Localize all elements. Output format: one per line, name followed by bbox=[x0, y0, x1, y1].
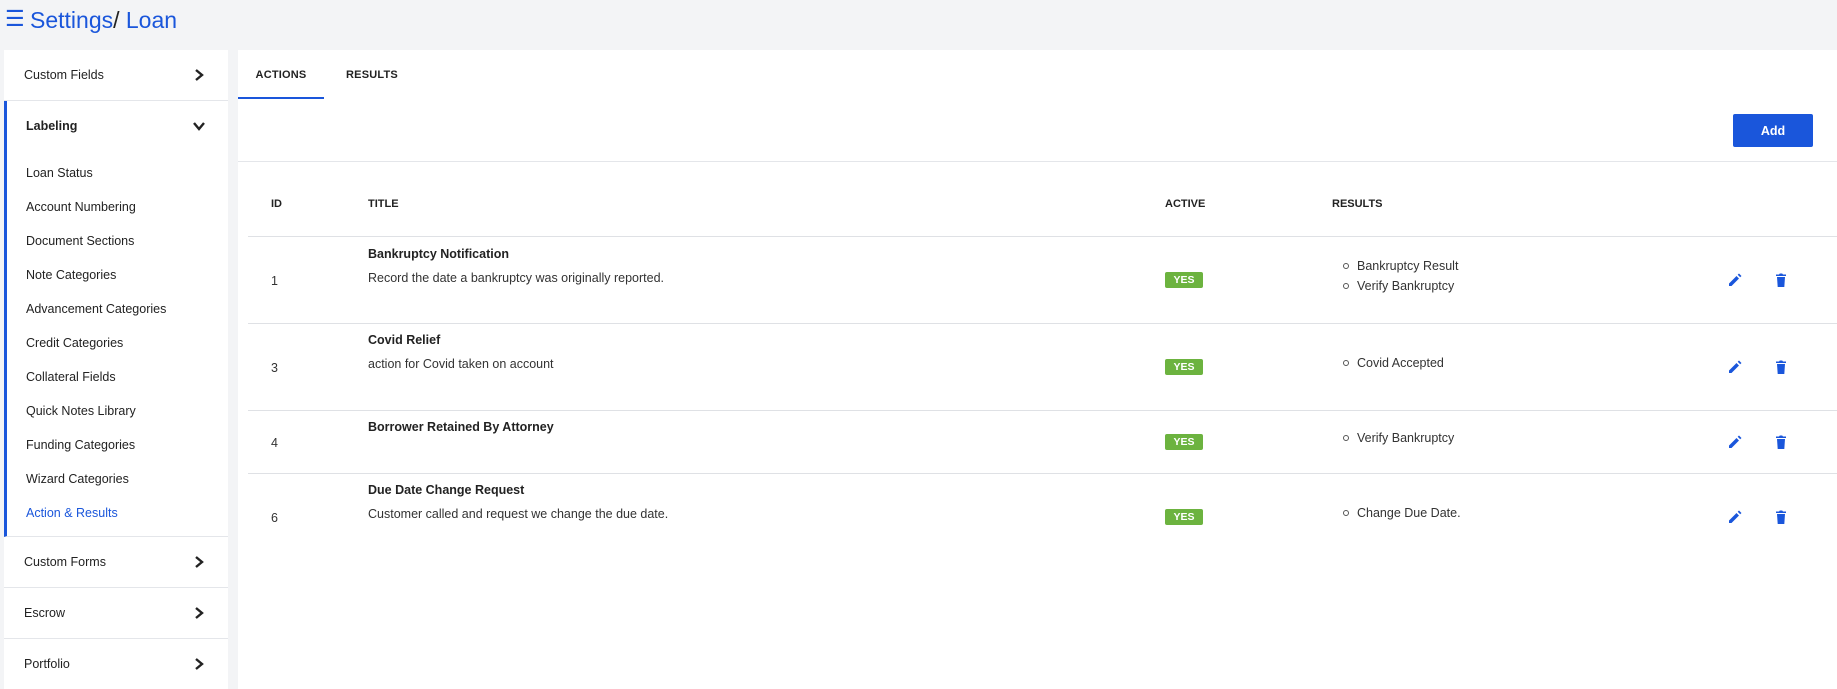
sidebar-item-advancement-categories[interactable]: Advancement Categories bbox=[26, 301, 166, 335]
row-description: action for Covid taken on account bbox=[368, 357, 554, 371]
row-title: Borrower Retained By Attorney bbox=[368, 420, 554, 434]
active-badge: YES bbox=[1165, 359, 1203, 375]
result-item: Covid Accepted bbox=[1343, 354, 1444, 374]
row-description: Record the date a bankruptcy was origina… bbox=[368, 271, 664, 285]
active-badge: YES bbox=[1165, 272, 1203, 288]
result-item: Change Due Date. bbox=[1343, 504, 1461, 524]
row-title: Due Date Change Request bbox=[368, 483, 525, 497]
results-list: Bankruptcy Result Verify Bankruptcy bbox=[1343, 257, 1458, 297]
hamburger-icon[interactable]: ☰ bbox=[5, 4, 25, 34]
results-list: Covid Accepted bbox=[1343, 354, 1444, 374]
sidebar-item-note-categories[interactable]: Note Categories bbox=[26, 267, 166, 301]
results-list: Verify Bankruptcy bbox=[1343, 429, 1454, 449]
row-divider bbox=[248, 410, 1837, 411]
sidebar-item-wizard-categories[interactable]: Wizard Categories bbox=[26, 471, 166, 505]
breadcrumb-loan[interactable]: Loan bbox=[120, 7, 177, 33]
labeling-items: Loan Status Account Numbering Document S… bbox=[26, 165, 166, 539]
result-item: Verify Bankruptcy bbox=[1343, 429, 1454, 449]
sidebar-section-custom-forms[interactable]: Custom Forms bbox=[4, 537, 228, 588]
row-divider bbox=[248, 236, 1837, 237]
row-id: 4 bbox=[271, 436, 278, 450]
pencil-icon[interactable] bbox=[1727, 272, 1743, 288]
active-badge: YES bbox=[1165, 434, 1203, 450]
column-header-active: ACTIVE bbox=[1165, 198, 1206, 210]
row-title: Covid Relief bbox=[368, 333, 441, 347]
pencil-icon[interactable] bbox=[1727, 509, 1743, 525]
tab-actions[interactable]: ACTIONS bbox=[238, 50, 324, 99]
sidebar-item-collateral-fields[interactable]: Collateral Fields bbox=[26, 369, 166, 403]
sidebar-item-action-results[interactable]: Action & Results bbox=[26, 505, 166, 539]
sidebar-section-portfolio[interactable]: Portfolio bbox=[4, 639, 228, 689]
sidebar-section-label: Custom Forms bbox=[24, 555, 106, 569]
row-divider bbox=[248, 473, 1837, 474]
divider bbox=[238, 161, 1837, 162]
sidebar-section-label: Portfolio bbox=[24, 657, 70, 671]
chevron-right-icon bbox=[195, 607, 204, 619]
sidebar-section-custom-fields[interactable]: Custom Fields bbox=[4, 50, 228, 101]
row-id: 3 bbox=[271, 361, 278, 375]
result-item: Bankruptcy Result bbox=[1343, 257, 1458, 277]
sidebar-section-label[interactable]: Labeling bbox=[26, 101, 77, 151]
sidebar-item-document-sections[interactable]: Document Sections bbox=[26, 233, 166, 267]
sidebar-item-credit-categories[interactable]: Credit Categories bbox=[26, 335, 166, 369]
breadcrumb: Settings/ Loan bbox=[30, 5, 177, 35]
results-list: Change Due Date. bbox=[1343, 504, 1461, 524]
row-title: Bankruptcy Notification bbox=[368, 247, 509, 261]
sidebar-item-quick-notes-library[interactable]: Quick Notes Library bbox=[26, 403, 166, 437]
trash-icon[interactable] bbox=[1773, 272, 1789, 288]
main-panel: ACTIONS RESULTS Add ID TITLE ACTIVE RESU… bbox=[238, 50, 1837, 689]
chevron-right-icon bbox=[195, 556, 204, 568]
trash-icon[interactable] bbox=[1773, 434, 1789, 450]
add-button[interactable]: Add bbox=[1733, 114, 1813, 147]
top-bar: ☰ Settings/ Loan bbox=[0, 0, 1837, 40]
row-id: 1 bbox=[271, 274, 278, 288]
sidebar-item-account-numbering[interactable]: Account Numbering bbox=[26, 199, 166, 233]
column-header-results: RESULTS bbox=[1332, 198, 1383, 210]
settings-sidebar: Custom Fields Labeling Loan Status Accou… bbox=[4, 50, 228, 689]
row-divider bbox=[248, 323, 1837, 324]
pencil-icon[interactable] bbox=[1727, 434, 1743, 450]
breadcrumb-settings[interactable]: Settings bbox=[30, 7, 113, 33]
active-badge: YES bbox=[1165, 509, 1203, 525]
sidebar-section-label: Escrow bbox=[24, 606, 65, 620]
tab-results[interactable]: RESULTS bbox=[332, 50, 412, 97]
sidebar-section-labeling: Labeling Loan Status Account Numbering D… bbox=[4, 101, 228, 537]
sidebar-item-loan-status[interactable]: Loan Status bbox=[26, 165, 166, 199]
result-item: Verify Bankruptcy bbox=[1343, 277, 1458, 297]
sidebar-section-label: Custom Fields bbox=[24, 68, 104, 82]
sidebar-section-escrow[interactable]: Escrow bbox=[4, 588, 228, 639]
row-description: Customer called and request we change th… bbox=[368, 507, 669, 521]
chevron-right-icon bbox=[195, 658, 204, 670]
sidebar-item-funding-categories[interactable]: Funding Categories bbox=[26, 437, 166, 471]
column-header-id: ID bbox=[271, 198, 282, 210]
column-header-title: TITLE bbox=[368, 198, 399, 210]
trash-icon[interactable] bbox=[1773, 359, 1789, 375]
row-id: 6 bbox=[271, 511, 278, 525]
pencil-icon[interactable] bbox=[1727, 359, 1743, 375]
chevron-right-icon bbox=[195, 69, 204, 81]
trash-icon[interactable] bbox=[1773, 509, 1789, 525]
chevron-down-icon[interactable] bbox=[192, 119, 206, 133]
